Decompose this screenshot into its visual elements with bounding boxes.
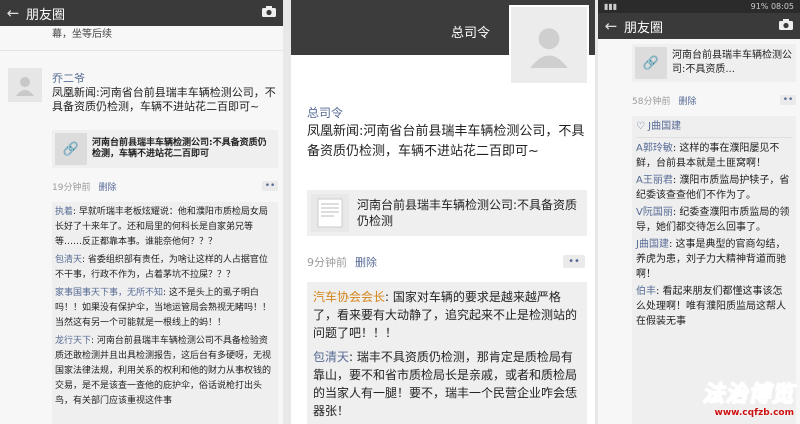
comment-text: : 省委组织部有责任，为啥让这样的人占据官位不干事，行政不作为，占着茅坑不拉屎？… bbox=[55, 255, 268, 280]
left-page-title: 朋友圈 bbox=[26, 7, 66, 23]
comment-author[interactable]: J曲国建 bbox=[636, 239, 669, 250]
link-card[interactable]: 🔗 河南台前县瑞丰车辆检测公司:不具备资质仍检测，车辆不进站花二百即可 bbox=[52, 130, 278, 168]
link-card[interactable]: 河南台前县瑞丰车辆检测公司:不具备资质仍检测 bbox=[307, 190, 587, 236]
right-page-title: 朋友圈 bbox=[624, 20, 664, 36]
comment-author[interactable]: A郭玲敏 bbox=[636, 143, 673, 154]
like-name[interactable]: J曲国建 bbox=[648, 121, 681, 132]
comment-author[interactable]: 执着 bbox=[55, 207, 73, 217]
delete-link[interactable]: 删除 bbox=[678, 97, 696, 107]
link-title: 河南台前县瑞丰车辆检测公司:不具备资质仍检测，车辆不进站花二百即可 bbox=[92, 138, 267, 159]
comment-author[interactable]: 龙行天下 bbox=[55, 336, 91, 346]
comment-item[interactable]: J曲国建: 这事是典型的官商勾结，养虎为患，刘子力大精神背道而驰啊！ bbox=[636, 237, 792, 282]
previous-post-fragment: 幕，坐等后续 bbox=[52, 29, 112, 40]
battery-level: 91% bbox=[750, 2, 769, 11]
comment-item[interactable]: 包清天: 瑞丰不具资质仍检测，那肯定是质检局有靠山，要不和省市质检局长是亲戚，或… bbox=[313, 348, 581, 420]
post-author-name[interactable]: 总司令 bbox=[307, 104, 343, 121]
link-title: 河南台前县瑞丰车辆检测公司:不具资质... bbox=[672, 50, 792, 75]
post-meta: 19分钟前 删除 bbox=[52, 180, 116, 193]
comment-author[interactable]: 伯丰 bbox=[636, 286, 656, 297]
comment-item[interactable]: 伯丰: 看起来朋友们都懂这事该怎么处理啊！唯有濮阳质监局这帮人在假装无事 bbox=[636, 284, 792, 329]
avatar[interactable] bbox=[8, 68, 42, 102]
post-meta: 9分钟前 删除 bbox=[307, 254, 377, 270]
link-icon: 🔗 bbox=[635, 47, 667, 79]
post-author-name[interactable]: 乔二爷 bbox=[52, 70, 85, 86]
link-icon: 🔗 bbox=[55, 133, 87, 165]
comment-more-icon[interactable]: •• bbox=[780, 95, 796, 105]
middle-screenshot-panel: 总司令 总司令 凤凰新闻:河南省台前县瑞丰车辆检测公司，不具备资质仍检测，车辆不… bbox=[291, 0, 595, 424]
signal-icon: ▮▮▮ bbox=[604, 2, 618, 11]
comment-author[interactable]: 汽车协会会长 bbox=[313, 290, 385, 304]
comments-box: ♡ J曲国建 A郭玲敏: 这样的事在濮阳屡见不鲜，台前县本就是土匪窝啊！ A王丽… bbox=[632, 116, 796, 424]
link-title: 河南台前县瑞丰车辆检测公司:不具备资质仍检测 bbox=[357, 198, 578, 228]
comment-item[interactable]: A王丽君: 濮阳市质监局护犊子，省纪委该查查他们不作为了。 bbox=[636, 173, 792, 203]
comment-author[interactable]: 家事国事天下事，无所不知 bbox=[55, 288, 163, 298]
comment-author[interactable]: 包清天 bbox=[55, 255, 82, 265]
left-top-bar: ← 朋友圈 bbox=[0, 0, 283, 26]
comment-item[interactable]: 汽车协会会长: 国家对车辆的要求是越来越严格了，看来要有大动静了，追究起来不止是… bbox=[313, 288, 581, 342]
link-thumbnail bbox=[311, 194, 349, 232]
profile-avatar[interactable] bbox=[509, 5, 589, 85]
comment-more-icon[interactable]: •• bbox=[563, 255, 585, 268]
comment-item[interactable]: 家事国事天下事，无所不知: 这不是头上的虱子明白吗！！如果没有保护伞，当地运管局… bbox=[55, 286, 275, 331]
comment-item[interactable]: A郭玲敏: 这样的事在濮阳屡见不鲜，台前县本就是土匪窝啊！ bbox=[636, 141, 792, 171]
delete-link[interactable]: 删除 bbox=[98, 183, 116, 193]
clock: 08:05 bbox=[770, 2, 794, 11]
delete-link[interactable]: 删除 bbox=[355, 256, 377, 269]
post-text: 凤凰新闻:河南省台前县瑞丰车辆检测公司，不具备资质仍检测，车辆不进站花二百即可~ bbox=[307, 124, 585, 159]
comment-more-icon[interactable]: •• bbox=[262, 181, 278, 191]
comment-author[interactable]: A王丽君 bbox=[636, 175, 673, 186]
comment-text: : 河南台前县瑞丰车辆检测公司不具备检验资质还敢检测并且出具检测报告，这后台有多… bbox=[55, 336, 272, 406]
post-text: 凤凰新闻:河南省台前县瑞丰车辆检测公司，不具备资质仍检测，车辆不进站花二百即可~ bbox=[52, 86, 276, 113]
status-bar: ▮▮▮ 91% 08:05 bbox=[598, 0, 800, 13]
right-top-bar: ← 朋友圈 bbox=[598, 13, 800, 39]
heart-icon: ♡ bbox=[636, 121, 645, 132]
comment-item[interactable]: 执着: 早就听瑞丰老板炫耀说：他和濮阳市质检局女局长好了十来年了。还和局里的何科… bbox=[55, 205, 275, 250]
divider bbox=[0, 50, 283, 51]
post-time: 9分钟前 bbox=[307, 256, 347, 269]
back-arrow-icon[interactable]: ← bbox=[0, 4, 26, 22]
comment-author[interactable]: 包清天 bbox=[313, 350, 349, 364]
post-meta: 58分钟前 删除 bbox=[632, 94, 696, 107]
comments-box: 执着: 早就听瑞丰老板炫耀说：他和濮阳市质检局女局长好了十来年了。还和局里的何科… bbox=[52, 202, 278, 424]
profile-name: 总司令 bbox=[451, 26, 491, 41]
panel-gap bbox=[283, 0, 291, 424]
likes-row: ♡ J曲国建 bbox=[636, 119, 792, 138]
right-screenshot-panel: ▮▮▮ 91% 08:05 ← 朋友圈 🔗 河南台前县瑞丰车辆检测公司:不具资质… bbox=[598, 0, 800, 424]
comment-text: : 早就听瑞丰老板炫耀说：他和濮阳市质检局女局长好了十来年了。还和局里的何科长是… bbox=[55, 207, 268, 247]
camera-icon[interactable] bbox=[255, 5, 283, 22]
link-card[interactable]: 🔗 河南台前县瑞丰车辆检测公司:不具资质... bbox=[632, 44, 796, 82]
comment-text: : 瑞丰不具资质仍检测，那肯定是质检局有靠山，要不和省市质检局长是亲戚，或者和质… bbox=[313, 350, 578, 418]
left-screenshot-panel: ← 朋友圈 幕，坐等后续 乔二爷 凤凰新闻:河南省台前县瑞丰车辆检测公司，不具备… bbox=[0, 0, 283, 424]
comment-text: : 看起来朋友们都懂这事该怎么处理啊！唯有濮阳质监局这帮人在假装无事 bbox=[636, 286, 786, 327]
comment-item[interactable]: V阮国丽: 纪委查濮阳市质监局的领导，她们都交待怎么回事了。 bbox=[636, 205, 792, 235]
comment-item[interactable]: 包清天: 省委组织部有责任，为啥让这样的人占据官位不干事，行政不作为，占着茅坑不… bbox=[55, 253, 275, 283]
comment-item[interactable]: 龙行天下: 河南台前县瑞丰车辆检测公司不具备检验资质还敢检测并且出具检测报告，这… bbox=[55, 334, 275, 409]
post-time: 19分钟前 bbox=[52, 183, 91, 193]
post-time: 58分钟前 bbox=[632, 97, 671, 107]
camera-icon[interactable] bbox=[772, 18, 800, 35]
comment-author[interactable]: V阮国丽 bbox=[636, 207, 673, 218]
comments-box: 汽车协会会长: 国家对车辆的要求是越来越严格了，看来要有大动静了，追究起来不止是… bbox=[307, 282, 587, 424]
back-arrow-icon[interactable]: ← bbox=[598, 17, 624, 35]
